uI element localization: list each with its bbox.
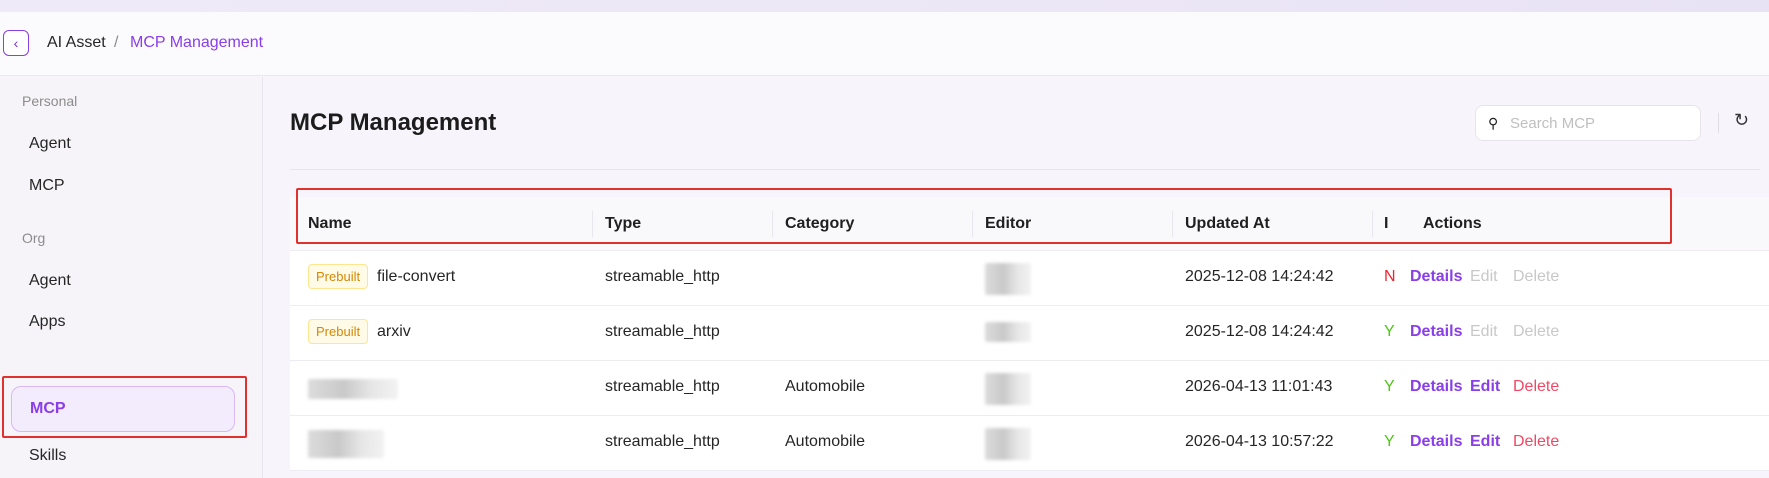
- highlight-box-sidebar: [2, 376, 247, 438]
- edit-button[interactable]: Edit: [1470, 433, 1500, 451]
- chevron-left-icon: ‹: [13, 35, 19, 51]
- row-type: streamable_http: [605, 268, 720, 285]
- row-status: Y: [1384, 433, 1395, 450]
- search-placeholder: Search MCP: [1510, 114, 1596, 132]
- table-row: streamable_http Automobile 2026-04-13 11…: [290, 361, 1769, 416]
- search-icon: ⚲: [1488, 114, 1499, 131]
- row-status: N: [1384, 268, 1396, 285]
- details-button[interactable]: Details: [1410, 323, 1462, 341]
- sidebar-group-org: Org: [22, 230, 46, 246]
- delete-button[interactable]: Delete: [1513, 378, 1559, 396]
- details-button[interactable]: Details: [1410, 378, 1462, 396]
- editor-avatar-redacted: [985, 428, 1031, 460]
- editor-avatar-redacted: [985, 263, 1031, 295]
- delete-button: Delete: [1513, 268, 1560, 285]
- toolbar-separator: [1718, 113, 1719, 133]
- sidebar-item-personal-agent[interactable]: Agent: [29, 135, 71, 153]
- sidebar-group-personal: Personal: [22, 93, 78, 109]
- table-row: Prebuilt file-convert streamable_http 20…: [290, 251, 1769, 306]
- row-type: streamable_http: [605, 433, 720, 450]
- title-divider: [290, 169, 1760, 170]
- edit-button: Edit: [1470, 323, 1498, 340]
- main-content: MCP Management ⚲ Search MCP ↻ Name Type …: [264, 77, 1769, 478]
- row-updated-at: 2025-12-08 14:24:42: [1185, 323, 1334, 340]
- header: ‹ AI Asset / MCP Management: [0, 12, 1769, 76]
- search-input[interactable]: ⚲ Search MCP: [1475, 105, 1701, 141]
- row-type: streamable_http: [605, 378, 720, 395]
- editor-avatar-redacted: [985, 373, 1031, 405]
- table-row: streamable_http Automobile 2026-04-13 10…: [290, 416, 1769, 471]
- delete-button: Delete: [1513, 323, 1560, 340]
- table-row: Prebuilt arxiv streamable_http 2025-12-0…: [290, 306, 1769, 361]
- breadcrumb-separator: /: [114, 34, 119, 51]
- details-button[interactable]: Details: [1410, 268, 1462, 286]
- sidebar-item-org-agent[interactable]: Agent: [29, 272, 71, 290]
- row-name-redacted: [308, 379, 398, 399]
- top-strip: [0, 0, 1769, 12]
- prebuilt-badge: Prebuilt: [308, 319, 369, 344]
- sidebar-item-org-skills[interactable]: Skills: [29, 447, 66, 465]
- refresh-icon[interactable]: ↻: [1734, 110, 1749, 131]
- back-button[interactable]: ‹: [3, 30, 29, 56]
- breadcrumb-current: MCP Management: [130, 34, 264, 51]
- row-category: Automobile: [785, 378, 866, 395]
- row-updated-at: 2026-04-13 11:01:43: [1185, 378, 1333, 395]
- sidebar-item-personal-mcp[interactable]: MCP: [29, 177, 65, 195]
- row-name-redacted: [308, 430, 384, 458]
- sidebar-item-org-apps[interactable]: Apps: [29, 313, 65, 331]
- page-title: MCP Management: [290, 109, 497, 136]
- edit-button[interactable]: Edit: [1470, 378, 1500, 396]
- row-type: streamable_http: [605, 323, 720, 340]
- breadcrumb-root[interactable]: AI Asset: [47, 34, 106, 52]
- row-status: Y: [1384, 323, 1395, 340]
- editor-avatar-redacted: [985, 322, 1031, 342]
- prebuilt-badge: Prebuilt: [308, 264, 369, 289]
- edit-button: Edit: [1470, 268, 1498, 285]
- delete-button[interactable]: Delete: [1513, 433, 1559, 451]
- row-status: Y: [1384, 378, 1395, 395]
- row-name: file-convert: [377, 268, 456, 285]
- row-updated-at: 2025-12-08 14:24:42: [1185, 268, 1334, 285]
- highlight-box-table-header: [296, 188, 1672, 244]
- row-name: arxiv: [377, 323, 411, 340]
- row-category: Automobile: [785, 433, 866, 450]
- row-updated-at: 2026-04-13 10:57:22: [1185, 433, 1334, 450]
- details-button[interactable]: Details: [1410, 433, 1462, 451]
